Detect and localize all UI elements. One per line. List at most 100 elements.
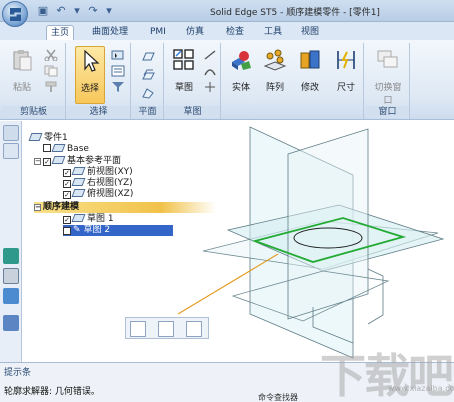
tab-simulation[interactable]: 仿真: [182, 25, 208, 40]
tree-plane-front[interactable]: ✓ 前视图(XY): [63, 167, 133, 178]
checkbox[interactable]: ✓: [63, 227, 71, 235]
arc-icon[interactable]: [203, 65, 217, 77]
group-label-plane: 平面: [132, 106, 163, 118]
group-label-clipboard: 剪贴板: [2, 106, 65, 118]
undo-icon[interactable]: ↶: [54, 4, 68, 18]
plane-icon: [71, 167, 86, 175]
collapse-icon[interactable]: −: [34, 158, 41, 165]
plane-icon: [71, 189, 86, 197]
modify-button[interactable]: 修改: [294, 46, 326, 104]
tab-inspect[interactable]: 检查: [222, 25, 248, 40]
checkbox[interactable]: [43, 144, 51, 152]
save-icon[interactable]: ▣: [36, 4, 50, 18]
tree-base[interactable]: Base: [43, 144, 89, 155]
switch-window-icon: [377, 50, 398, 68]
layers-tab-icon[interactable]: [3, 143, 19, 159]
edit-profile-icon[interactable]: [130, 321, 146, 337]
dimension-icon: [337, 51, 355, 69]
feature-library-icon[interactable]: [3, 248, 19, 264]
group-window: 切换窗口 窗口: [366, 43, 410, 119]
plane-edge-lines: [367, 268, 384, 325]
prompt-bar-title: 提示条: [4, 368, 32, 378]
plane-icon: [71, 178, 86, 186]
format-painter-icon[interactable]: [44, 81, 58, 93]
pattern-button[interactable]: 阵列: [259, 46, 291, 104]
command-mini-toolbar: [125, 317, 209, 339]
sketch-grid-icon: [173, 49, 194, 70]
coincident-plane-icon[interactable]: [141, 51, 155, 63]
angled-plane-icon[interactable]: [141, 87, 155, 99]
ribbon: 粘贴 剪贴板 选择 选择 平面 草图 草图 实体 阵列 修改 尺寸 切换窗口 窗…: [0, 40, 454, 120]
dynamic-edit-icon[interactable]: [158, 321, 174, 337]
switch-window-button[interactable]: 切换窗口: [372, 46, 404, 106]
tree-sequential-header[interactable]: − 顺序建模: [34, 202, 216, 213]
paste-button[interactable]: 粘贴: [6, 46, 38, 104]
line-icon[interactable]: [203, 49, 217, 61]
group-sketch: 草图 草图: [165, 43, 221, 119]
checkbox[interactable]: ✓: [43, 158, 51, 166]
tree-ref-planes[interactable]: − ✓ 基本参考平面: [34, 156, 121, 167]
group-clipboard: 粘贴 剪贴板: [2, 43, 66, 119]
parallel-plane-icon[interactable]: [141, 69, 155, 81]
group-modify: 修改: [293, 43, 327, 119]
sketch-options-icon[interactable]: [186, 321, 202, 337]
checkbox[interactable]: ✓: [63, 169, 71, 177]
checkbox[interactable]: ✓: [63, 180, 71, 188]
title-bar: ▣ ↶ ▾ ↷ ▾ Solid Edge ST5 - 顺序建模零件 - [零件1…: [0, 0, 454, 27]
filter-icon[interactable]: [111, 81, 125, 93]
dropdown-arrow-icon[interactable]: ▾: [102, 4, 116, 18]
command-finder-label[interactable]: 命令查找器: [258, 392, 298, 402]
pattern-icon: [263, 49, 287, 71]
pathfinder-tree: 零件1 Base − ✓ 基本参考平面 ✓ 前视图(XY) ✓ 右视图(YZ) ✓ 俯视图…: [23, 121, 223, 251]
select-button[interactable]: 选择: [75, 46, 105, 104]
cursor-arrow-icon: [84, 49, 100, 72]
application-button[interactable]: [2, 1, 28, 27]
group-plane: 平面: [132, 43, 164, 119]
quick-pick-icon[interactable]: [111, 65, 125, 77]
tree-plane-top[interactable]: ✓ 俯视图(XZ): [63, 189, 133, 200]
edgebar-strip: [0, 121, 22, 362]
group-label-sketch: 草图: [165, 106, 220, 118]
ribbon-tab-row: 主页 曲面处理 PMI 仿真 检查 工具 视图: [0, 22, 454, 40]
solid-shapes-icon: [232, 51, 251, 70]
plane-folder-icon: [51, 156, 66, 164]
tab-view[interactable]: 视图: [297, 25, 323, 40]
prompt-message: 轮廓求解器: 几何错误。: [4, 387, 100, 397]
pathfinder-tab-icon[interactable]: [3, 125, 19, 141]
group-solid: 实体: [222, 43, 260, 119]
group-pattern: 阵列: [258, 43, 292, 119]
tree-sketch-1[interactable]: ✓ 草图 1: [63, 214, 114, 225]
tab-home[interactable]: 主页: [46, 25, 75, 40]
modify-icon: [300, 50, 320, 69]
dropdown-arrow-icon[interactable]: ▾: [70, 4, 84, 18]
solid-button[interactable]: 实体: [225, 46, 257, 104]
tree-root[interactable]: 零件1: [28, 133, 68, 144]
group-label-window: 窗口: [366, 106, 409, 118]
tree-plane-right[interactable]: ✓ 右视图(YZ): [63, 178, 133, 189]
redo-icon[interactable]: ↷: [86, 4, 100, 18]
copy-icon[interactable]: [44, 65, 58, 77]
trim-icon[interactable]: [203, 81, 217, 93]
select-tools-icon[interactable]: [111, 49, 125, 61]
sensors-icon[interactable]: [3, 315, 19, 331]
cut-icon[interactable]: [44, 49, 58, 61]
sketch-button[interactable]: 草图: [168, 46, 200, 104]
dimension-button[interactable]: 尺寸: [330, 46, 362, 104]
family-of-parts-icon[interactable]: [3, 288, 19, 304]
window-title: Solid Edge ST5 - 顺序建模零件 - [零件1]: [210, 8, 380, 18]
coordinate-system-icon: [51, 144, 66, 152]
checkbox[interactable]: ✓: [63, 216, 71, 224]
tab-surfacing[interactable]: 曲面处理: [88, 25, 132, 40]
tab-pmi[interactable]: PMI: [146, 25, 170, 40]
group-dimension: 尺寸: [328, 43, 364, 119]
tree-sketch-2-selected[interactable]: ✓ ✎ 草图 2: [63, 225, 173, 236]
checkbox[interactable]: ✓: [63, 191, 71, 199]
teamcenter-icon[interactable]: [3, 268, 19, 284]
part-icon: [28, 133, 43, 141]
paste-icon: [13, 50, 32, 71]
right-plane[interactable]: [287, 128, 369, 320]
tab-tools[interactable]: 工具: [260, 25, 286, 40]
sketch-icon: [71, 214, 86, 222]
collapse-icon[interactable]: −: [34, 204, 41, 211]
group-select: 选择 选择: [67, 43, 131, 119]
